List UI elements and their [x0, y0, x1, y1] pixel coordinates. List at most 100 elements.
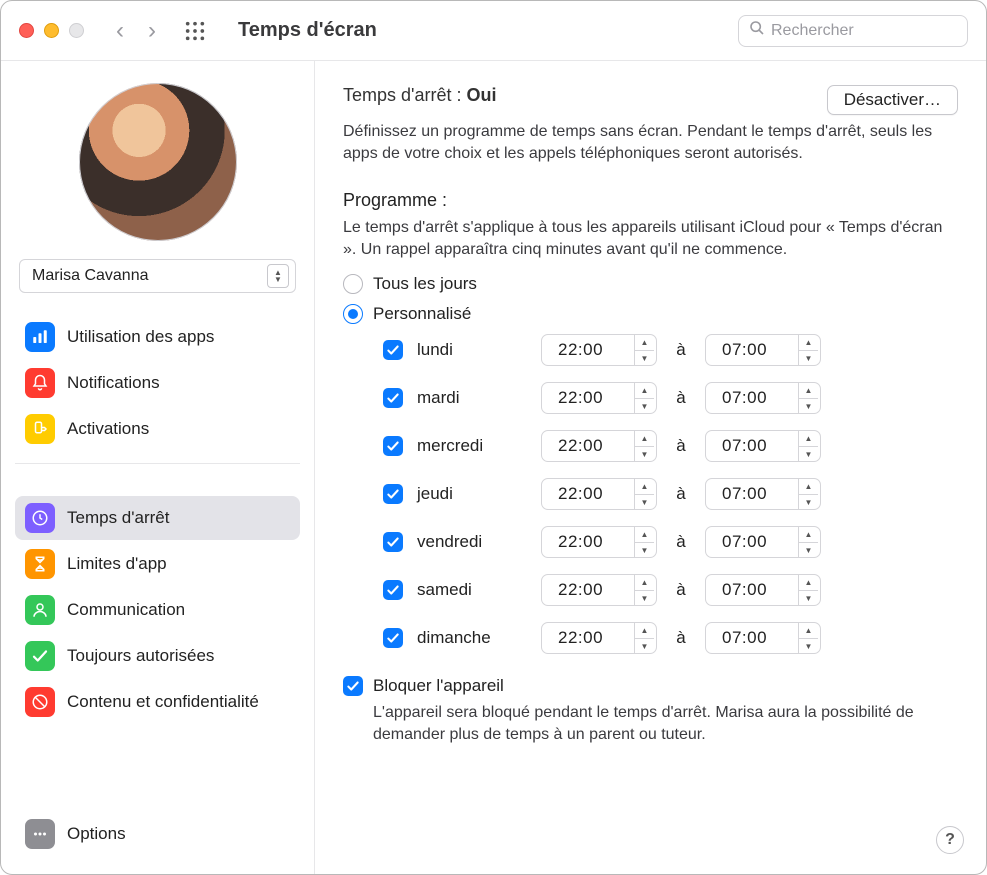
sidebar-item-notifications[interactable]: Notifications [15, 361, 300, 405]
time-value: 07:00 [722, 532, 767, 552]
stepper-icon[interactable]: ▲▼ [634, 383, 654, 413]
stepper-icon[interactable]: ▲▼ [634, 335, 654, 365]
block-device-label: Bloquer l'appareil [373, 676, 504, 696]
sidebar-item-label: Communication [67, 600, 185, 620]
show-all-prefs-button[interactable] [184, 20, 206, 42]
stepper-icon[interactable]: ▲▼ [634, 527, 654, 557]
forward-button[interactable]: › [148, 17, 156, 45]
time-to-samedi[interactable]: 07:00▲▼ [705, 574, 821, 606]
user-popup[interactable]: Marisa Cavanna ▲▼ [19, 259, 296, 293]
block-device-description: L'appareil sera bloqué pendant le temps … [373, 702, 953, 745]
minimize-window-button[interactable] [44, 23, 59, 38]
program-description: Le temps d'arrêt s'applique à tous les a… [343, 217, 958, 260]
content: Temps d'arrêt : Oui Désactiver… Définiss… [315, 61, 986, 874]
stepper-icon[interactable]: ▲▼ [634, 575, 654, 605]
radio-everyday-row[interactable]: Tous les jours [343, 274, 958, 294]
day-checkbox-dimanche[interactable] [383, 628, 403, 648]
radio-custom-label: Personnalisé [373, 304, 471, 324]
time-value: 22:00 [558, 484, 603, 504]
to-label: à [671, 484, 691, 504]
sidebar-item-downtime[interactable]: Temps d'arrêt [15, 496, 300, 540]
block-device-row[interactable]: Bloquer l'appareil [343, 676, 958, 696]
sidebar: Marisa Cavanna ▲▼ Utilisation des apps No… [1, 61, 315, 874]
time-to-vendredi[interactable]: 07:00 ▲▼ [705, 526, 821, 558]
radio-everyday-label: Tous les jours [373, 274, 477, 294]
time-value: 22:00 [558, 388, 603, 408]
sidebar-item-allowed[interactable]: Toujours autorisées [15, 634, 300, 678]
day-checkbox-mercredi[interactable] [383, 436, 403, 456]
time-value: 22:00 [558, 628, 603, 648]
downtime-status: Temps d'arrêt : Oui [343, 85, 497, 106]
day-checkbox-mardi[interactable] [383, 388, 403, 408]
time-from-mardi[interactable]: 22:00 ▲▼ [541, 382, 657, 414]
block-device-checkbox[interactable] [343, 676, 363, 696]
stepper-icon[interactable]: ▲▼ [798, 431, 818, 461]
clock-icon [25, 503, 55, 533]
day-row-mercredi: mercredi22:00▲▼à07:00▲▼ [383, 430, 958, 462]
day-checkbox-samedi[interactable] [383, 580, 403, 600]
day-checkbox-lundi[interactable] [383, 340, 403, 360]
time-from-jeudi[interactable]: 22:00 ▲▼ [541, 478, 657, 510]
sidebar-item-usage[interactable]: Utilisation des apps [15, 315, 300, 359]
to-label: à [671, 340, 691, 360]
stepper-icon[interactable]: ▲▼ [798, 479, 818, 509]
day-checkbox-jeudi[interactable] [383, 484, 403, 504]
sidebar-item-label: Limites d'app [67, 554, 167, 574]
time-to-dimanche[interactable]: 07:00▲▼ [705, 622, 821, 654]
sidebar-item-activations[interactable]: Activations [15, 407, 300, 451]
schedule-list: lundi22:00▲▼à07:00▲▼mardi22:00▲▼à07:00▲▼… [383, 334, 958, 654]
time-value: 22:00 [558, 532, 603, 552]
check-icon [25, 641, 55, 671]
deactivate-button[interactable]: Désactiver… [827, 85, 958, 115]
stepper-icon[interactable]: ▲▼ [798, 383, 818, 413]
user-name: Marisa Cavanna [32, 267, 149, 285]
back-button[interactable]: ‹ [116, 17, 124, 45]
sidebar-item-applimits[interactable]: Limites d'app [15, 542, 300, 586]
sidebar-item-label: Utilisation des apps [67, 327, 214, 347]
sidebar-item-undefined[interactable]: Options [15, 812, 300, 856]
search-input[interactable] [771, 22, 957, 40]
search-field[interactable] [738, 15, 968, 47]
stepper-icon[interactable]: ▲▼ [798, 527, 818, 557]
time-value: 07:00 [722, 388, 767, 408]
time-from-lundi[interactable]: 22:00 ▲▼ [541, 334, 657, 366]
time-from-dimanche[interactable]: 22:00 ▲▼ [541, 622, 657, 654]
time-to-jeudi[interactable]: 07:00▲▼ [705, 478, 821, 510]
time-from-samedi[interactable]: 22:00 ▲▼ [541, 574, 657, 606]
help-button[interactable]: ? [936, 826, 964, 854]
sidebar-item-content[interactable]: Contenu et confidentialité [15, 680, 300, 724]
day-row-mardi: mardi22:00▲▼à07:00▲▼ [383, 382, 958, 414]
avatar [79, 83, 237, 241]
time-value: 07:00 [722, 436, 767, 456]
day-label: vendredi [417, 532, 527, 552]
stepper-icon[interactable]: ▲▼ [634, 431, 654, 461]
radio-everyday[interactable] [343, 274, 363, 294]
stepper-icon[interactable]: ▲▼ [798, 575, 818, 605]
radio-custom[interactable] [343, 304, 363, 324]
sidebar-item-label: Toujours autorisées [67, 646, 214, 666]
zoom-window-button[interactable] [69, 23, 84, 38]
time-value: 22:00 [558, 580, 603, 600]
time-value: 22:00 [558, 340, 603, 360]
sidebar-item-label: Temps d'arrêt [67, 508, 169, 528]
day-row-samedi: samedi22:00▲▼à07:00▲▼ [383, 574, 958, 606]
time-to-mercredi[interactable]: 07:00 ▲▼ [705, 430, 821, 462]
day-checkbox-vendredi[interactable] [383, 532, 403, 552]
time-from-vendredi[interactable]: 22:00 ▲▼ [541, 526, 657, 558]
to-label: à [671, 388, 691, 408]
radio-custom-row[interactable]: Personnalisé [343, 304, 958, 324]
time-to-lundi[interactable]: 07:00▲▼ [705, 334, 821, 366]
person-icon [25, 595, 55, 625]
sidebar-item-label: Contenu et confidentialité [67, 692, 259, 712]
window: ‹ › Temps d'écran [0, 0, 987, 875]
search-icon [749, 20, 765, 41]
stepper-icon[interactable]: ▲▼ [798, 623, 818, 653]
close-window-button[interactable] [19, 23, 34, 38]
stepper-icon[interactable]: ▲▼ [634, 623, 654, 653]
time-from-mercredi[interactable]: 22:00 ▲▼ [541, 430, 657, 462]
sidebar-item-communication[interactable]: Communication [15, 588, 300, 632]
stepper-icon[interactable]: ▲▼ [798, 335, 818, 365]
stepper-icon[interactable]: ▲▼ [634, 479, 654, 509]
time-value: 22:00 [558, 436, 603, 456]
time-to-mardi[interactable]: 07:00 ▲▼ [705, 382, 821, 414]
